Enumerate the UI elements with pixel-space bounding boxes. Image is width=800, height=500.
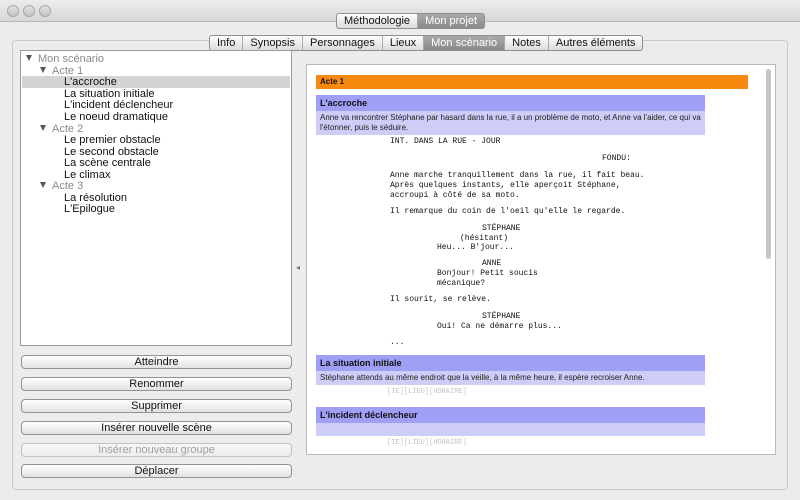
action-line: Après quelques instants, elle aperçoit S… xyxy=(390,181,621,190)
tab-methodologie[interactable]: Méthodologie xyxy=(337,14,419,28)
tab-info[interactable]: Info xyxy=(210,36,244,50)
act-header: Acte 1 xyxy=(316,75,748,89)
tree-act-label: Acte 3 xyxy=(52,180,84,192)
action-line: Il sourit, se relève. xyxy=(390,295,491,304)
sub-tab-bar: Info Synopsis Personnages Lieux Mon scén… xyxy=(209,35,644,51)
supprimer-button[interactable]: Supprimer xyxy=(21,399,292,413)
dialogue-line: mécanique? xyxy=(437,279,486,288)
action-line: accroupi à côté de sa moto. xyxy=(390,191,520,200)
tab-mon-projet[interactable]: Mon projet xyxy=(418,14,485,28)
tab-mon-scenario[interactable]: Mon scénario xyxy=(424,36,506,50)
renommer-button[interactable]: Renommer xyxy=(21,377,292,391)
scene-description[interactable]: Anne va rencontrer Stéphane par hasard d… xyxy=(316,111,705,135)
scenario-outline-tree: Mon scénario Acte 1 L'accroche La situat… xyxy=(20,50,292,346)
tree-root[interactable]: Mon scénario xyxy=(22,53,290,65)
tree-root-label: Mon scénario xyxy=(38,53,105,65)
deplacer-button[interactable]: Déplacer xyxy=(21,464,292,478)
disclosure-triangle-icon[interactable] xyxy=(26,55,32,61)
disclosure-triangle-icon[interactable] xyxy=(40,67,46,73)
character-name: STÉPHANE xyxy=(482,312,521,321)
scene-description[interactable]: Stéphane attends au même endroit que la … xyxy=(316,371,705,385)
close-icon[interactable] xyxy=(7,5,19,17)
tree-scene-noeud-dramatique[interactable]: Le noeud dramatique xyxy=(22,111,290,123)
dialogue-line: Bonjour! Petit soucis xyxy=(437,269,538,278)
scene-title[interactable]: L'incident déclencheur xyxy=(316,407,705,423)
dialogue-line: Heu... B'jour... xyxy=(437,243,514,252)
scene-heading: INT. DANS LA RUE - JOUR xyxy=(390,137,501,146)
tab-personnages[interactable]: Personnages xyxy=(303,36,383,50)
vertical-scrollbar[interactable] xyxy=(766,69,771,259)
tab-autres-elements[interactable]: Autres éléments xyxy=(549,36,642,50)
splitter-handle-icon[interactable]: ◂ xyxy=(296,264,300,272)
tab-synopsis[interactable]: Synopsis xyxy=(243,36,303,50)
tab-lieux[interactable]: Lieux xyxy=(383,36,425,50)
action-line: Il remarque du coin de l'oeil qu'elle le… xyxy=(390,207,626,216)
tab-notes[interactable]: Notes xyxy=(505,36,549,50)
scene-placeholder[interactable]: [IE][LIEU][HORAIRE] xyxy=(316,437,705,449)
scene-description[interactable] xyxy=(316,423,705,436)
disclosure-triangle-icon[interactable] xyxy=(40,182,46,188)
tree-scene-premier-obstacle[interactable]: Le premier obstacle xyxy=(22,134,290,146)
minimize-icon[interactable] xyxy=(23,5,35,17)
tree-scene-scene-centrale[interactable]: La scène centrale xyxy=(22,157,290,169)
ellipsis: ... xyxy=(390,338,405,347)
inserer-groupe-button: Insérer nouveau groupe xyxy=(21,443,292,457)
scene-title[interactable]: L'accroche xyxy=(316,95,705,111)
tree-act-3[interactable]: Acte 3 xyxy=(22,180,290,192)
atteindre-button[interactable]: Atteindre xyxy=(21,355,292,369)
tree-scene-epilogue[interactable]: L'Epilogue xyxy=(22,203,290,215)
inserer-scene-button[interactable]: Insérer nouvelle scène xyxy=(21,421,292,435)
top-tab-bar: Méthodologie Mon projet xyxy=(336,13,486,29)
zoom-icon[interactable] xyxy=(39,5,51,17)
character-name: STÉPHANE xyxy=(482,224,521,233)
character-name: ANNE xyxy=(482,259,502,268)
transition: FONDU: xyxy=(602,154,631,163)
scene-title[interactable]: La situation initiale xyxy=(316,355,705,371)
tree-scene-incident-declencheur[interactable]: L'incident déclencheur xyxy=(22,99,290,111)
action-line: Anne marche tranquillement dans la rue, … xyxy=(390,171,645,180)
tree-scene-accroche[interactable]: L'accroche xyxy=(22,76,290,88)
scene-placeholder[interactable]: [IE][LIEU][HORAIRE] xyxy=(316,386,705,398)
dialogue-line: Oui! Ca ne démarre plus... xyxy=(437,322,562,331)
scenario-document[interactable]: Acte 1 L'accroche Anne va rencontrer Sté… xyxy=(306,64,776,455)
disclosure-triangle-icon[interactable] xyxy=(40,125,46,131)
